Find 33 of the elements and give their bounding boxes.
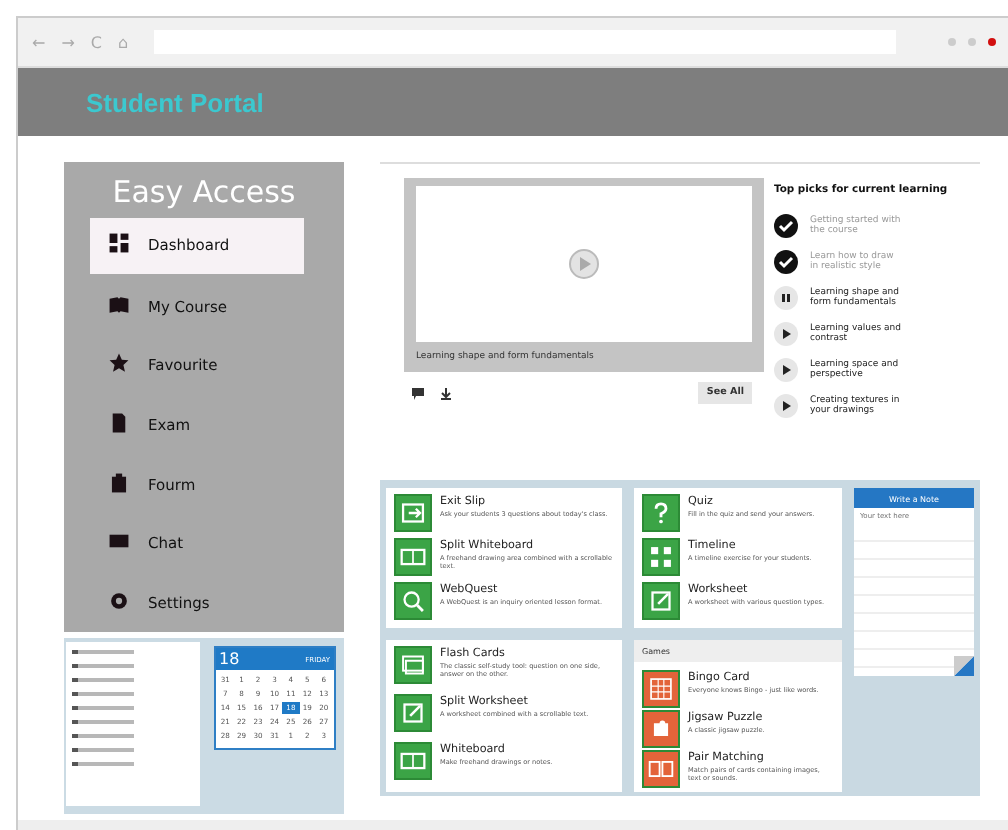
exit-icon [394,494,432,532]
document-icon [108,412,130,434]
window-dot[interactable] [948,38,956,46]
page-curl-icon [954,656,974,676]
sidebar-title: Easy Access [112,174,296,210]
edit-icon [394,694,432,732]
check-icon[interactable] [774,213,798,237]
search-icon [394,582,432,620]
whiteboard-icon [394,742,432,780]
play-icon[interactable] [774,393,798,417]
settings-icon [108,589,130,612]
question-icon [642,494,680,532]
calendar-day: 18 [219,650,240,668]
portal-title: Student Portal [86,87,264,117]
pause-icon[interactable] [774,285,798,309]
play-icon[interactable] [774,357,798,381]
download-icon[interactable] [440,387,452,399]
check-icon[interactable] [774,249,798,273]
whiteboard-icon [394,538,432,576]
window-dot[interactable] [968,38,976,46]
cards-icon [394,646,432,684]
comment-icon[interactable] [412,387,424,399]
dashboard-icon [108,232,130,255]
puzzle-icon [642,710,680,748]
grid-icon [642,670,680,708]
close-dot[interactable] [988,38,996,46]
book-icon [108,293,130,316]
timeline-icon [642,538,680,576]
edit-icon [642,582,680,620]
star-icon [108,352,130,375]
play-icon[interactable] [774,321,798,345]
play-button[interactable] [568,248,600,280]
clipboard-icon [108,471,130,494]
